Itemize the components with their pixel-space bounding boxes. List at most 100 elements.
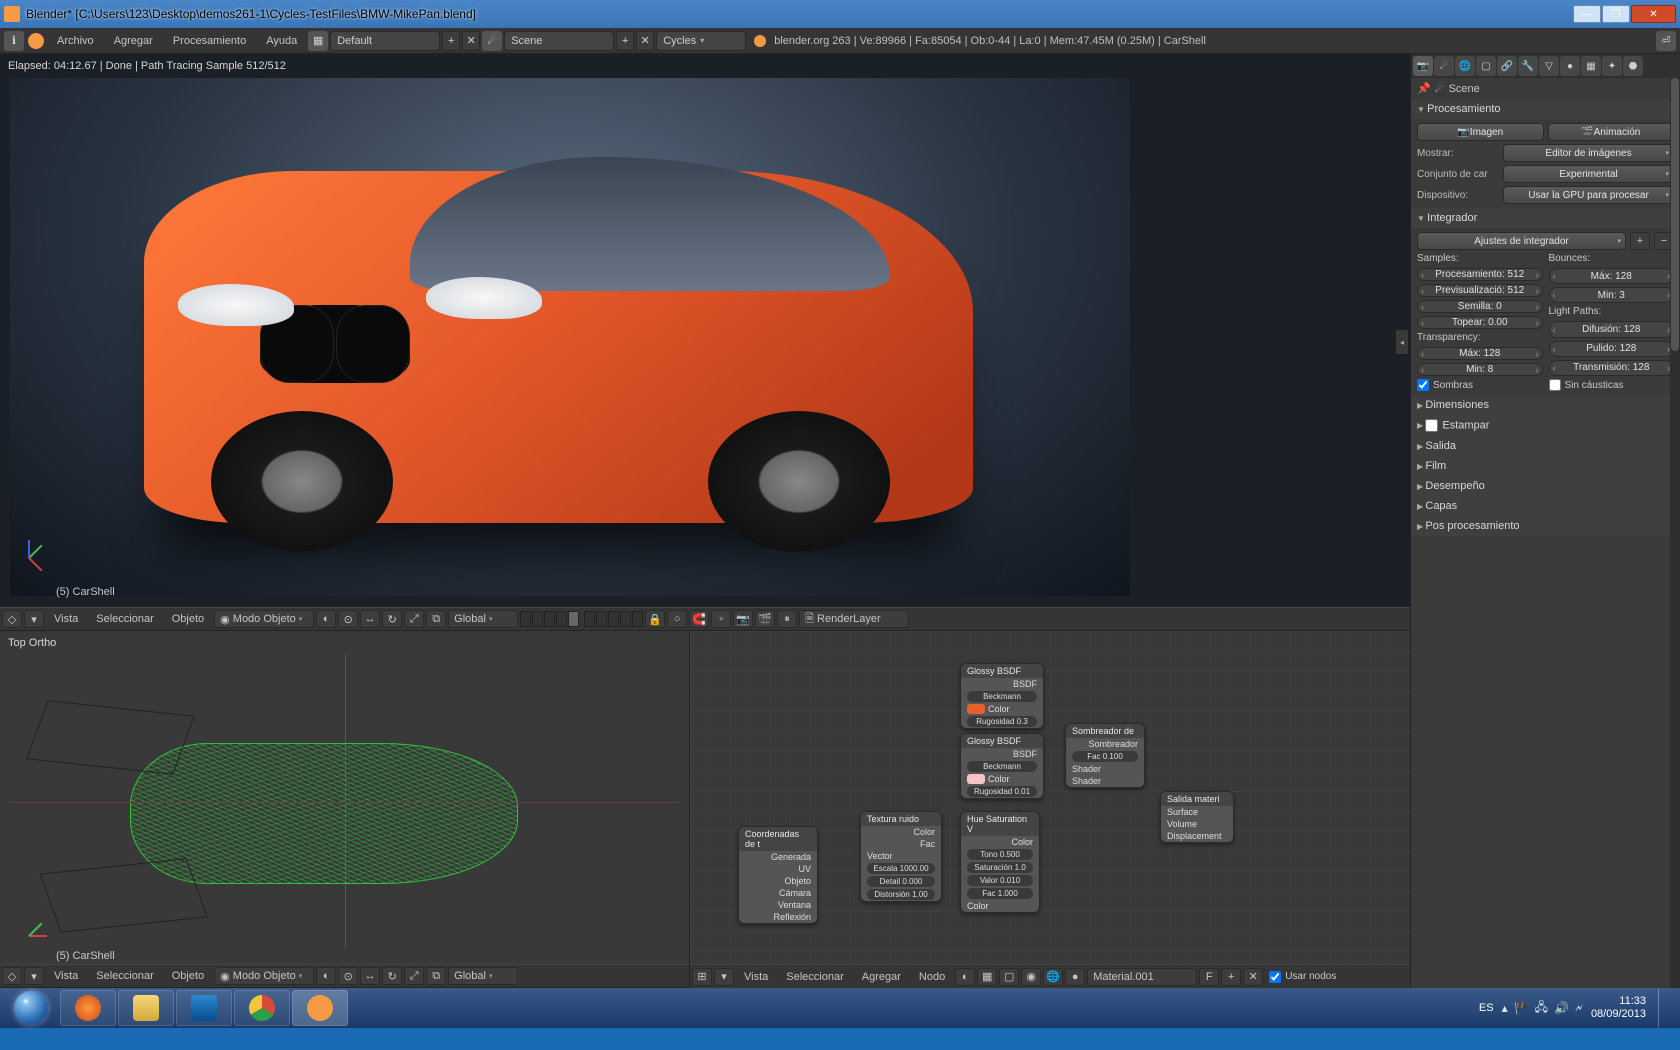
render-engine-dropdown[interactable]: Cycles▾ — [656, 31, 746, 51]
node-editor[interactable]: Coordenadas de t Generada UV Objeto Cáma… — [690, 631, 1410, 988]
back-to-previous-button[interactable]: ⏎ — [1656, 31, 1676, 51]
pivot-icon[interactable]: ⊙ — [338, 967, 358, 985]
window-maximize-button[interactable]: ❐ — [1602, 5, 1630, 23]
render-animation-button[interactable]: 🎬 Animación — [1548, 123, 1675, 141]
shader-nodes-icon[interactable]: ◐ — [955, 968, 975, 986]
language-indicator[interactable]: ES — [1479, 1002, 1494, 1014]
taskbar-app-chrome[interactable] — [234, 990, 290, 1026]
material-browse-icon[interactable]: ● — [1065, 968, 1085, 986]
color-swatch[interactable] — [967, 704, 985, 714]
menu-view[interactable]: Vista — [736, 968, 776, 986]
taskbar-app-firefox[interactable] — [60, 990, 116, 1026]
tab-material-icon[interactable]: ● — [1560, 56, 1580, 76]
editor-type-icon[interactable]: ℹ — [4, 31, 24, 51]
pin-icon[interactable]: ▾ — [24, 967, 44, 985]
featureset-dropdown[interactable]: Experimental▾ — [1503, 165, 1674, 183]
image-editor-render[interactable]: Elapsed: 04:12.67 | Done | Path Tracing … — [0, 54, 1410, 607]
opengl-render-icon[interactable]: 📷 — [733, 610, 753, 628]
manipulator-scale-icon[interactable]: ⤢ — [404, 610, 424, 628]
tab-particles-icon[interactable]: ✦ — [1602, 56, 1622, 76]
layer-buttons[interactable] — [520, 611, 643, 627]
tab-data-icon[interactable]: ▽ — [1539, 56, 1559, 76]
screen-browse-icon[interactable]: ▦ — [308, 31, 328, 51]
node-material-output[interactable]: Salida materi Surface Volume Displacemen… — [1160, 791, 1234, 843]
section-integrator[interactable]: Integrador — [1411, 208, 1680, 228]
menu-render[interactable]: Procesamiento — [164, 31, 255, 51]
node-glossy-bsdf-2[interactable]: Glossy BSDF BSDF Beckmann Color Rugosida… — [960, 733, 1044, 799]
pivot-icon[interactable]: ⊙ — [338, 610, 358, 628]
node-noise-texture[interactable]: Textura ruido Color Fac Vector Escala 10… — [860, 811, 942, 902]
battery-icon[interactable]: 🗲 — [1575, 1001, 1583, 1016]
menu-help[interactable]: Ayuda — [257, 31, 306, 51]
renderlayer-dropdown[interactable]: 🗎 RenderLayer — [799, 610, 909, 628]
pause-icon[interactable]: ⏸ — [777, 610, 797, 628]
menu-select[interactable]: Seleccionar — [778, 968, 851, 986]
tab-modifiers-icon[interactable]: 🔧 — [1518, 56, 1538, 76]
transmission-bounces-field[interactable]: Transmisión: 128 — [1549, 360, 1675, 376]
manipulator-translate-icon[interactable]: ↔ — [360, 967, 380, 985]
material-remove-button[interactable]: ✕ — [1243, 968, 1263, 986]
menu-view[interactable]: Vista — [46, 967, 86, 985]
orientation-dropdown[interactable]: Global▾ — [448, 610, 518, 628]
mode-dropdown[interactable]: ◉ Modo Objeto▾ — [214, 967, 314, 985]
editor-type-nodeeditor-icon[interactable]: ⊞ — [692, 968, 712, 986]
diffuse-bounces-field[interactable]: Difusión: 128 — [1549, 321, 1675, 337]
texture-nodes-icon[interactable]: ▢ — [999, 968, 1019, 986]
pin-icon[interactable]: 📌 — [1417, 82, 1431, 95]
glossy-bounces-field[interactable]: Pulido: 128 — [1549, 341, 1675, 357]
snap-icon[interactable]: ⧉ — [426, 610, 446, 628]
render-samples-field[interactable]: Procesamiento: 512 — [1417, 268, 1543, 281]
window-close-button[interactable]: ✕ — [1631, 5, 1676, 23]
screen-layout-dropdown[interactable]: Default — [330, 31, 440, 51]
lock-camera-icon[interactable]: 🔒 — [645, 610, 665, 628]
color-swatch[interactable] — [967, 774, 985, 784]
preview-samples-field[interactable]: Previsualizació: 512 — [1417, 284, 1543, 297]
manipulator-scale-icon[interactable]: ⤢ — [404, 967, 424, 985]
section-film[interactable]: Film — [1411, 456, 1680, 476]
material-name-field[interactable]: Material.001 — [1087, 968, 1197, 986]
tray-chevron-icon[interactable]: ▴ — [1502, 1001, 1508, 1015]
menu-add[interactable]: Agregar — [105, 31, 162, 51]
volume-icon[interactable]: 🔊 — [1554, 1001, 1569, 1015]
properties-scrollbar[interactable] — [1670, 78, 1680, 988]
tab-physics-icon[interactable]: ⬣ — [1623, 56, 1643, 76]
use-nodes-checkbox[interactable] — [1269, 971, 1281, 983]
scene-browse-icon[interactable]: ☄ — [482, 31, 502, 51]
snap-toggle-icon[interactable]: 🧲 — [689, 610, 709, 628]
node-glossy-bsdf-1[interactable]: Glossy BSDF BSDF Beckmann Color Rugosida… — [960, 663, 1044, 729]
tab-scene-icon[interactable]: ☄ — [1434, 56, 1454, 76]
menu-select[interactable]: Seleccionar — [88, 610, 161, 628]
manipulator-rotate-icon[interactable]: ↻ — [382, 967, 402, 985]
integrator-preset-dropdown[interactable]: Ajustes de integrador▾ — [1417, 232, 1626, 250]
tray-icons[interactable]: ▴ 🏴 🖧 🔊 🗲 — [1502, 998, 1583, 1019]
show-desktop-button[interactable] — [1658, 989, 1672, 1027]
shadows-checkbox[interactable] — [1417, 379, 1429, 391]
snap-icon[interactable]: ⧉ — [426, 967, 446, 985]
fake-user-button[interactable]: F — [1199, 968, 1219, 986]
section-layers[interactable]: Capas — [1411, 496, 1680, 516]
object-material-icon[interactable]: ◉ — [1021, 968, 1041, 986]
node-texture-coordinate[interactable]: Coordenadas de t Generada UV Objeto Cáma… — [738, 826, 818, 924]
preset-add-button[interactable]: + — [1630, 232, 1650, 250]
scene-add-button[interactable]: + — [616, 31, 634, 51]
bounces-max-field[interactable]: Máx: 128 — [1549, 268, 1675, 284]
scene-dropdown[interactable]: Scene — [504, 31, 614, 51]
manipulator-translate-icon[interactable]: ↔ — [360, 610, 380, 628]
compositor-nodes-icon[interactable]: ▦ — [977, 968, 997, 986]
material-add-button[interactable]: + — [1221, 968, 1241, 986]
opengl-anim-icon[interactable]: 🎬 — [755, 610, 775, 628]
toggle-toolbar-tab[interactable]: ◂ — [1396, 330, 1408, 354]
transparency-max-field[interactable]: Máx: 128 — [1417, 347, 1543, 360]
section-render[interactable]: Procesamiento — [1411, 99, 1680, 119]
pin-icon[interactable]: ▾ — [24, 610, 44, 628]
screen-remove-button[interactable]: ✕ — [462, 31, 480, 51]
tab-object-icon[interactable]: ▢ — [1476, 56, 1496, 76]
seed-field[interactable]: Semilla: 0 — [1417, 300, 1543, 313]
clamp-field[interactable]: Topear: 0.00 — [1417, 316, 1543, 329]
network-icon[interactable]: 🖧 — [1535, 998, 1548, 1019]
section-dimensions[interactable]: Dimensiones — [1411, 395, 1680, 415]
shading-mode-icon[interactable]: ◐ — [316, 967, 336, 985]
menu-select[interactable]: Seleccionar — [88, 967, 161, 985]
taskbar-app-explorer[interactable] — [118, 990, 174, 1026]
bounces-min-field[interactable]: Min: 3 — [1549, 287, 1675, 303]
